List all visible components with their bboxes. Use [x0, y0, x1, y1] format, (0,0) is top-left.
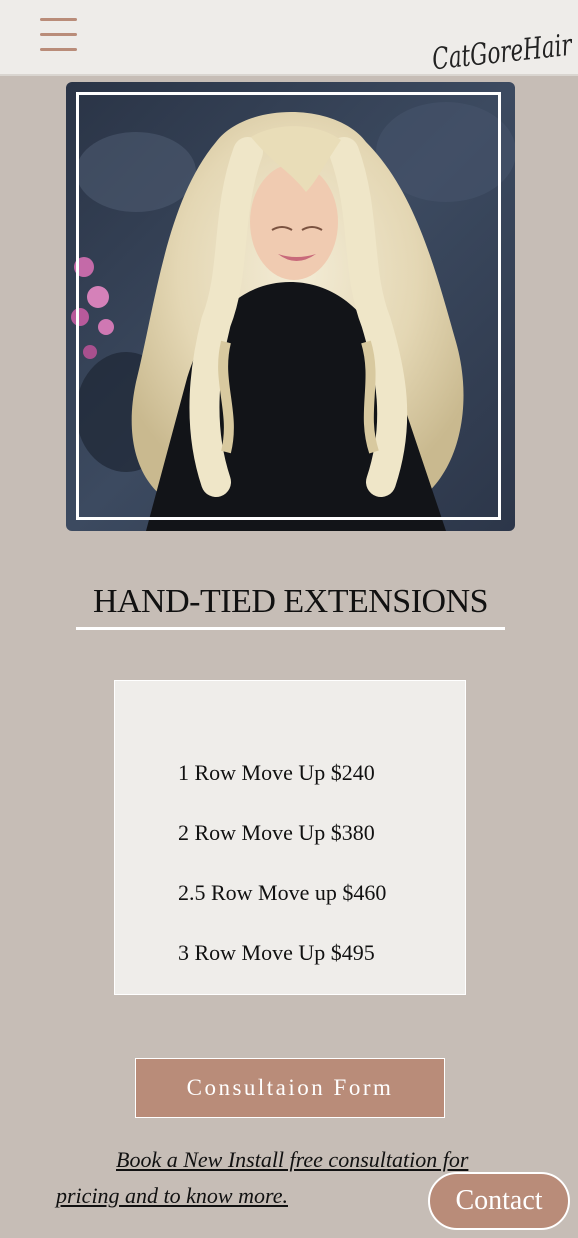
top-bar: CatGoreHair	[0, 0, 578, 78]
site-logo[interactable]: CatGoreHair	[428, 22, 578, 78]
price-item: 2 Row Move Up $380	[178, 820, 375, 845]
price-item: 2.5 Row Move up $460	[178, 880, 387, 905]
consultation-form-button[interactable]: Consultaion Form	[135, 1058, 445, 1118]
section-title: HAND-TIED EXTENSIONS	[92, 583, 489, 620]
title-underline	[76, 627, 505, 630]
price-item: 1 Row Move Up $240	[178, 760, 375, 785]
price-list-card: 1 Row Move Up $240 2 Row Move Up $380 2.…	[114, 680, 466, 995]
hamburger-menu-icon[interactable]	[40, 18, 77, 52]
hero-image	[66, 82, 515, 531]
contact-button[interactable]: Contact	[428, 1172, 570, 1230]
svg-text:CatGoreHair: CatGoreHair	[431, 28, 575, 78]
price-item: 3 Row Move Up $495	[178, 940, 375, 965]
